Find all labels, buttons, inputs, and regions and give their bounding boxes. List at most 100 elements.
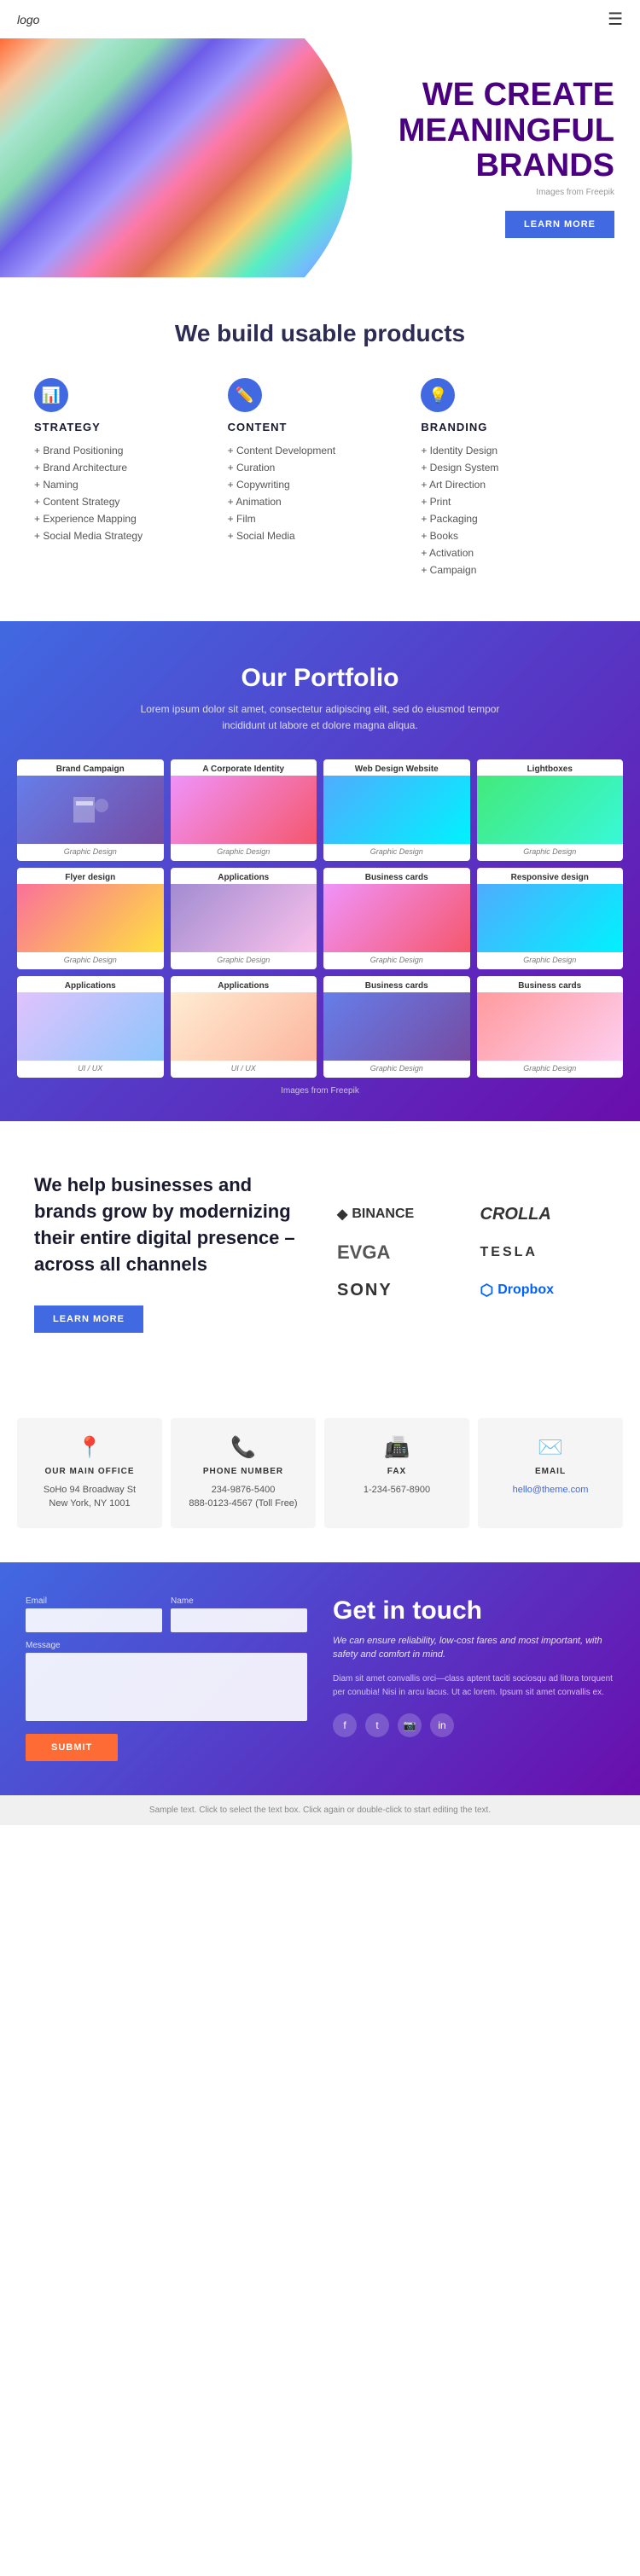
brands-logos-grid: ◆ BINANCE CROLLA EVGA TESLA SONY ⬡ Dropb… — [337, 1205, 606, 1300]
portfolio-row-1: Brand Campaign Graphic Design A Corporat… — [17, 759, 623, 861]
apps3-image — [171, 992, 317, 1061]
binance-icon: ◆ — [337, 1206, 347, 1223]
list-item: Books — [421, 527, 606, 544]
branding-icon: 💡 — [421, 378, 455, 412]
name-input[interactable] — [171, 1608, 307, 1632]
form-row-email-name: Email Name — [26, 1596, 307, 1632]
bizcard1-image — [323, 884, 470, 952]
list-item: Experience Mapping — [34, 510, 219, 527]
portfolio-section: Our Portfolio Lorem ipsum dolor sit amet… — [0, 621, 640, 1121]
bizcard2-image — [323, 992, 470, 1061]
portfolio-item-responsive[interactable]: Responsive design Graphic Design — [477, 868, 624, 969]
corporate-image — [171, 776, 317, 844]
header: logo ☰ — [0, 0, 640, 38]
fax-card-info: 1-234-567-8900 — [336, 1483, 457, 1497]
portfolio-item-title: Applications — [171, 868, 317, 884]
brands-learn-more-button[interactable]: LEARN MORE — [34, 1305, 143, 1333]
twitter-icon[interactable]: t — [365, 1713, 389, 1737]
brand-logo-binance: ◆ BINANCE — [337, 1206, 463, 1223]
portfolio-item-title: Applications — [17, 976, 164, 992]
portfolio-item-flyer[interactable]: Flyer design Graphic Design — [17, 868, 164, 969]
phone-card-title: PHONE NUMBER — [183, 1467, 304, 1476]
brand-campaign-image — [17, 776, 164, 844]
list-item: Identity Design — [421, 442, 606, 459]
list-item: Content Development — [228, 442, 413, 459]
portfolio-item-type: Graphic Design — [323, 952, 470, 969]
branding-list: Identity Design Design System Art Direct… — [421, 442, 606, 579]
brand-logo-tesla: TESLA — [480, 1245, 607, 1260]
list-item: Design System — [421, 459, 606, 476]
list-item: Naming — [34, 476, 219, 493]
portfolio-row-3: Applications UI / UX Applications UI / U… — [17, 976, 623, 1078]
list-item: Art Direction — [421, 476, 606, 493]
contact-card-fax: 📠 FAX 1-234-567-8900 — [324, 1418, 469, 1528]
email-card-title: EMAIL — [490, 1467, 611, 1476]
list-item: Print — [421, 493, 606, 510]
apps2-image — [17, 992, 164, 1061]
portfolio-item-image — [171, 776, 317, 844]
list-item: Social Media — [228, 527, 413, 544]
submit-button[interactable]: SUBMIT — [26, 1734, 118, 1761]
linkedin-icon[interactable]: in — [430, 1713, 454, 1737]
products-title: We build usable products — [34, 320, 606, 347]
portfolio-item-bizcards2[interactable]: Business cards Graphic Design — [323, 976, 470, 1078]
get-in-touch-section: Email Name Message SUBMIT Get in touch W… — [0, 1562, 640, 1795]
lightboxes-image — [477, 776, 624, 844]
portfolio-item-title: Web Design Website — [323, 759, 470, 776]
hamburger-button[interactable]: ☰ — [608, 9, 623, 30]
brand-logo-evga: EVGA — [337, 1241, 463, 1264]
list-item: Campaign — [421, 561, 606, 579]
email-field-group: Email — [26, 1596, 162, 1632]
portfolio-item-type: Graphic Design — [323, 1061, 470, 1078]
email-card-info: hello@theme.com — [490, 1483, 611, 1497]
brand-logo-crolla: CROLLA — [480, 1205, 607, 1224]
portfolio-item-type: Graphic Design — [17, 952, 164, 969]
hero-image — [0, 38, 352, 277]
email-input[interactable] — [26, 1608, 162, 1632]
portfolio-item-image — [477, 776, 624, 844]
contact-form: Email Name Message SUBMIT — [26, 1596, 307, 1761]
portfolio-item-brand-campaign[interactable]: Brand Campaign Graphic Design — [17, 759, 164, 861]
portfolio-item-title: A Corporate Identity — [171, 759, 317, 776]
office-card-info: SoHo 94 Broadway StNew York, NY 1001 — [29, 1483, 150, 1511]
brand-logo-dropbox: ⬡ Dropbox — [480, 1282, 607, 1300]
portfolio-item-lightboxes[interactable]: Lightboxes Graphic Design — [477, 759, 624, 861]
hero-learn-more-button[interactable]: LEARN MORE — [505, 211, 614, 238]
message-textarea[interactable] — [26, 1653, 307, 1721]
list-item: Animation — [228, 493, 413, 510]
instagram-icon[interactable]: 📷 — [398, 1713, 422, 1737]
portfolio-item-image — [17, 884, 164, 952]
portfolio-item-type: Graphic Design — [323, 844, 470, 861]
get-in-touch-description: Diam sit amet convallis orci—class apten… — [333, 1672, 614, 1700]
get-in-touch-info: Get in touch We can ensure reliability, … — [333, 1596, 614, 1761]
portfolio-item-type: Graphic Design — [171, 952, 317, 969]
hero-section: WE CREATE MEANINGFUL BRANDS Images from … — [0, 38, 640, 277]
portfolio-item-apps2[interactable]: Applications UI / UX — [17, 976, 164, 1078]
portfolio-item-type: Graphic Design — [477, 952, 624, 969]
portfolio-item-title: Applications — [171, 976, 317, 992]
portfolio-item-title: Brand Campaign — [17, 759, 164, 776]
portfolio-item-bizcards1[interactable]: Business cards Graphic Design — [323, 868, 470, 969]
list-item: Brand Architecture — [34, 459, 219, 476]
portfolio-image-source: Images from Freepik — [17, 1086, 623, 1096]
social-icons: f t 📷 in — [333, 1713, 614, 1737]
facebook-icon[interactable]: f — [333, 1713, 357, 1737]
products-section: We build usable products 📊 STRATEGY Bran… — [0, 277, 640, 621]
list-item: Curation — [228, 459, 413, 476]
portfolio-item-corporate[interactable]: A Corporate Identity Graphic Design — [171, 759, 317, 861]
portfolio-item-type: UI / UX — [17, 1061, 164, 1078]
bizcard3-image — [477, 992, 624, 1061]
email-link[interactable]: hello@theme.com — [513, 1485, 589, 1495]
portfolio-item-image — [323, 776, 470, 844]
get-in-touch-subtitle: We can ensure reliability, low-cost fare… — [333, 1634, 614, 1662]
portfolio-item-apps3[interactable]: Applications UI / UX — [171, 976, 317, 1078]
content-icon: ✏️ — [228, 378, 262, 412]
portfolio-title: Our Portfolio — [17, 664, 623, 693]
webdesign-image — [323, 776, 470, 844]
content-column: ✏️ CONTENT Content Development Curation … — [228, 378, 413, 579]
portfolio-item-apps1[interactable]: Applications Graphic Design — [171, 868, 317, 969]
portfolio-item-webdesign[interactable]: Web Design Website Graphic Design — [323, 759, 470, 861]
portfolio-item-image — [477, 884, 624, 952]
hero-content: WE CREATE MEANINGFUL BRANDS Images from … — [399, 78, 614, 238]
portfolio-item-bizcards3[interactable]: Business cards Graphic Design — [477, 976, 624, 1078]
